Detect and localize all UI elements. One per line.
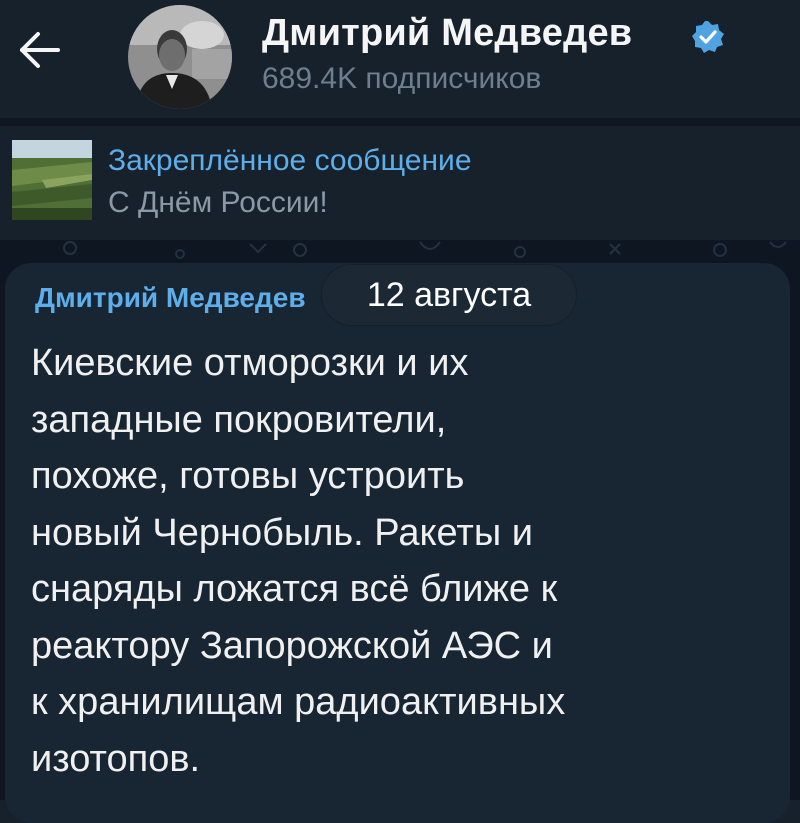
message-line: похоже, готовы устроить: [31, 455, 465, 497]
back-button[interactable]: [18, 30, 66, 70]
message-line: Киевские отморозки и их: [31, 342, 469, 384]
header-divider: [0, 118, 800, 126]
pinned-title: Закреплённое сообщение: [108, 144, 472, 177]
message-text: Киевские отморозки и их западные покрови…: [31, 335, 761, 787]
message-line: к хранилищам радиоактивных: [31, 681, 566, 723]
pinned-thumbnail: [12, 140, 92, 220]
pinned-message-bar[interactable]: Закреплённое сообщение С Днём России!: [0, 126, 800, 240]
subscriber-count: 689.4K подписчиков: [262, 62, 542, 95]
arrow-left-icon: [20, 32, 60, 68]
message-line: западные покровители,: [31, 398, 447, 441]
channel-header: Дмитрий Медведев 689.4K подписчиков: [0, 0, 800, 118]
message-line: реактору Запорожской АЭС и: [31, 624, 553, 667]
pinned-preview: С Днём России!: [108, 186, 328, 219]
date-label: 12 августа: [366, 275, 532, 314]
date-badge: 12 августа: [322, 265, 576, 325]
verified-badge-icon: [691, 20, 725, 54]
channel-avatar[interactable]: [128, 5, 232, 109]
message-line: изотопов.: [31, 737, 201, 780]
message-line: новый Чернобыль. Ракеты и: [31, 511, 533, 554]
message-line: снаряды ложатся всё ближе к: [31, 568, 558, 610]
message-author[interactable]: Дмитрий Медведев: [35, 282, 353, 314]
channel-title[interactable]: Дмитрий Медведев: [262, 12, 632, 55]
